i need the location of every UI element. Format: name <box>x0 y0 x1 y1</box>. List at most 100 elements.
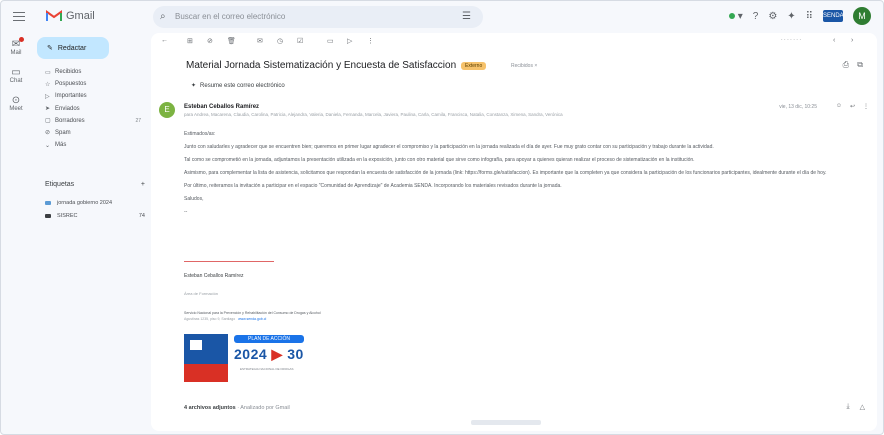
signature-contact: Agustinas 1235, piso 9, Santiago www.sen… <box>184 317 444 321</box>
sidebar-item-snoozed[interactable]: ☆ Pospuestos <box>35 79 145 89</box>
reply-icon[interactable]: ↩ <box>850 103 855 110</box>
pagination-text: · · · · · · · <box>781 37 801 43</box>
gemini-icon[interactable]: ✦ <box>787 11 795 22</box>
move-to-icon[interactable]: ▭ <box>327 37 334 45</box>
sidebar-item-label: Enviados <box>55 105 80 112</box>
signature-role: Área de Formación <box>184 291 219 296</box>
report-spam-icon[interactable]: ⊘ <box>207 37 213 45</box>
apps-grid-icon[interactable]: ⠿ <box>806 11 813 22</box>
status-indicator[interactable]: ▾ <box>728 11 743 22</box>
signature-name: Esteban Ceballos Ramírez <box>184 273 244 279</box>
summarize-button[interactable]: ✦ Resume este correo electrónico <box>191 82 285 90</box>
status-dot-icon <box>728 12 735 19</box>
search-options-icon[interactable]: ☰ <box>462 11 471 22</box>
gmail-logo[interactable]: Gmail <box>46 10 95 22</box>
plan-pill: PLAN DE ACCIÓN <box>234 335 304 343</box>
label-count: 74 <box>138 213 145 219</box>
support-icon[interactable]: ? <box>753 11 759 22</box>
body-paragraph: Junto con saludarles y agradecer que se … <box>184 144 714 150</box>
sidebar-item-sent[interactable]: ➤ Enviados <box>35 104 145 114</box>
message-toolbar: ← ⊞ ⊘ 🗑︎ ✉ ◷ ☑ ▭ ▷ ⋮ · · · · · · · ‹ › <box>161 37 867 47</box>
year-end: 30 <box>287 346 304 362</box>
banner-subtitle: ESTRATEGIA NACIONAL DE DROGAS <box>240 367 294 371</box>
send-icon: ➤ <box>45 106 51 113</box>
add-task-icon[interactable]: ☑ <box>297 37 303 45</box>
signature-website-link[interactable]: www.senda.gob.cl <box>238 317 266 321</box>
label-item[interactable]: SISREC 74 <box>45 213 145 219</box>
spam-icon: ⊘ <box>45 130 51 137</box>
delete-icon[interactable]: 🗑︎ <box>227 37 236 45</box>
message-body: Estimados/as: Junto con saludarles y agr… <box>184 131 834 216</box>
archive-icon[interactable]: ⊞ <box>187 37 193 45</box>
rail-item-chat[interactable]: ▭ Chat <box>1 67 31 84</box>
search-bar[interactable]: ⌕ Buscar en el correo electrónico ☰ <box>153 6 483 28</box>
more-vert-icon[interactable]: ⋮ <box>367 37 374 45</box>
sidebar-item-drafts[interactable]: ▢ Borradores 27 <box>35 116 145 126</box>
attachments-scan: · Analizado por Gmail <box>237 405 290 411</box>
label-chip-text: Recibidos <box>511 63 533 69</box>
labels-title: Etiquetas <box>45 181 75 188</box>
meet-icon: ⊙ <box>11 95 21 106</box>
search-input[interactable]: Buscar en el correo electrónico <box>175 12 285 21</box>
play-arrow-icon: ▶ <box>271 346 283 362</box>
mail-badge <box>19 37 24 42</box>
message-actions: ☺ ↩ ⋮ <box>836 103 869 110</box>
label-item[interactable]: jornada gobierno 2024 <box>45 200 145 206</box>
add-to-drive-icon[interactable]: △ <box>860 403 865 411</box>
sidebar-item-label: Spam <box>55 129 71 136</box>
main-menu-icon[interactable] <box>13 12 25 21</box>
mark-unread-icon[interactable]: ✉ <box>257 37 263 45</box>
label-tag-icon <box>45 201 51 205</box>
back-arrow-icon[interactable]: ← <box>161 37 168 44</box>
settings-icon[interactable]: ⚙ <box>768 11 777 22</box>
labels-header: Etiquetas + <box>45 181 145 188</box>
top-bar: Gmail ⌕ Buscar en el correo electrónico … <box>1 1 883 33</box>
app-name: Gmail <box>66 10 95 22</box>
add-label-icon[interactable]: + <box>141 181 145 188</box>
label-name: SISREC <box>57 213 78 219</box>
attachment-thumbnails[interactable] <box>471 420 541 425</box>
sender-name[interactable]: Esteban Ceballos Ramírez <box>184 104 259 110</box>
sidebar-item-spam[interactable]: ⊘ Spam <box>35 128 145 138</box>
open-new-window-icon[interactable]: ⧉ <box>857 60 863 70</box>
signature-dash: -- <box>184 209 188 215</box>
sidebar-item-label: Pospuestos <box>55 81 87 88</box>
prev-icon[interactable]: ‹ <box>833 37 835 44</box>
sidebar-item-count: 27 <box>135 117 141 124</box>
sidebar-nav: ▭ Recibidos ☆ Pospuestos ▷ Importantes ➤… <box>35 67 145 152</box>
rail-label: Meet <box>9 106 23 112</box>
sidebar-item-more[interactable]: ⌄ Más <box>35 140 145 150</box>
rail-item-meet[interactable]: ⊙ Meet <box>1 95 31 112</box>
inbox-label-chip[interactable]: Recibidos × <box>511 63 537 69</box>
more-vert-icon[interactable]: ⋮ <box>863 103 869 110</box>
chat-icon: ▭ <box>11 67 21 78</box>
search-icon[interactable]: ⌕ <box>160 11 166 22</box>
draft-icon: ▢ <box>45 118 51 125</box>
label-icon[interactable]: ▷ <box>347 37 352 45</box>
snooze-icon[interactable]: ◷ <box>277 37 283 45</box>
closing: Saludos, <box>184 196 204 202</box>
mail-icon: ✉ <box>11 39 21 50</box>
greeting: Estimados/as: <box>184 131 216 137</box>
sidebar-item-important[interactable]: ▷ Importantes <box>35 91 145 101</box>
sidebar-item-inbox[interactable]: ▭ Recibidos <box>35 67 145 77</box>
gmail-m-icon <box>46 10 62 21</box>
recipients-list[interactable]: para Andrea, Macarena, Claudia, Carolina… <box>184 112 804 118</box>
print-icon[interactable]: ⎙ <box>843 60 849 70</box>
rail-item-mail[interactable]: ✉ Mail <box>1 37 31 56</box>
sender-avatar[interactable]: E <box>159 102 175 118</box>
compose-button[interactable]: ✎ Redactar <box>37 37 109 59</box>
plan-years: 2024 ▶ 30 <box>234 346 304 363</box>
label-name: jornada gobierno 2024 <box>57 200 113 206</box>
message-date: vie, 13 dic, 10:25 <box>779 104 817 110</box>
sparkle-icon: ✦ <box>191 83 197 89</box>
emoji-react-icon[interactable]: ☺ <box>836 103 842 110</box>
plan-banner-image: PLAN DE ACCIÓN 2024 ▶ 30 ESTRATEGIA NACI… <box>184 334 344 382</box>
download-all-icon[interactable]: ⤓ <box>847 403 850 411</box>
top-right-controls: ▾ ? ⚙ ✦ ⠿ SENDA M <box>728 7 871 25</box>
attachments-actions: ⤓ △ <box>847 403 866 411</box>
org-logo: SENDA <box>823 10 844 22</box>
account-avatar[interactable]: M <box>853 7 871 25</box>
rail-label: Mail <box>10 50 22 56</box>
next-icon[interactable]: › <box>851 37 853 44</box>
